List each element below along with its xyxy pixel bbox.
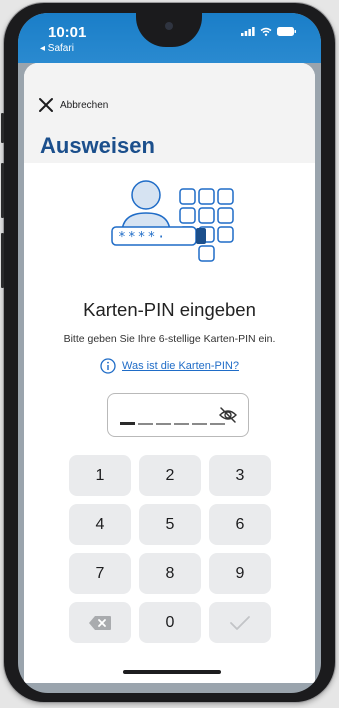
phone-frame: 10:01 ◂ Safari Abbrechen Ausweisen ****·… (1, 3, 335, 702)
key-1[interactable]: 1 (69, 455, 131, 496)
backspace-icon (89, 615, 111, 630)
pin-digit-slot (120, 422, 135, 425)
status-icons (241, 27, 297, 36)
checkmark-icon (230, 615, 250, 630)
pin-entry-sheet: Abbrechen Ausweisen ****· Karten-PIN ein… (24, 63, 315, 683)
key-4[interactable]: 4 (69, 504, 131, 545)
masked-pin-text: ****· (118, 230, 167, 245)
show-pin-toggle-eye-off-icon[interactable] (218, 405, 238, 425)
what-is-pin-link[interactable]: Was ist die Karten-PIN? (24, 358, 315, 374)
cancel-button[interactable]: Abbrechen (38, 97, 108, 113)
notch (136, 13, 202, 47)
key-2[interactable]: 2 (139, 455, 201, 496)
status-time: 10:01 (48, 24, 87, 41)
key-7[interactable]: 7 (69, 553, 131, 594)
key-8[interactable]: 8 (139, 553, 201, 594)
back-to-safari-link[interactable]: ◂ Safari (40, 43, 74, 54)
close-icon (39, 98, 53, 112)
info-icon (100, 358, 116, 374)
mute-switch (1, 113, 4, 143)
pin-digit-slot (156, 423, 171, 425)
backspace-key[interactable] (69, 602, 131, 643)
pin-heading: Karten-PIN eingeben (83, 299, 256, 320)
battery-icon (277, 27, 296, 36)
volume-down-button (1, 233, 4, 288)
pin-digit-slot (192, 423, 207, 425)
screen: 10:01 ◂ Safari Abbrechen Ausweisen ****·… (18, 13, 321, 693)
pin-digit-slot (174, 423, 189, 425)
home-indicator[interactable] (123, 670, 221, 674)
pin-instructions: Bitte geben Sie Ihre 6-stellige Karten-P… (63, 333, 276, 345)
camera-icon (165, 22, 173, 30)
volume-up-button (1, 163, 4, 218)
key-5[interactable]: 5 (139, 504, 201, 545)
confirm-key[interactable] (209, 602, 271, 643)
card-pin-illustration-icon: ****· (111, 180, 234, 262)
pin-digit-slot (138, 423, 153, 425)
status-bar: 10:01 ◂ Safari (18, 13, 321, 63)
key-9[interactable]: 9 (209, 553, 271, 594)
page-title: Ausweisen (40, 133, 155, 158)
pin-input-field[interactable] (107, 393, 249, 437)
what-is-pin-label: Was ist die Karten-PIN? (122, 360, 239, 372)
wifi-icon (260, 27, 272, 36)
key-3[interactable]: 3 (209, 455, 271, 496)
key-6[interactable]: 6 (209, 504, 271, 545)
signal-icon (241, 27, 255, 36)
cancel-label: Abbrechen (60, 99, 109, 111)
key-0[interactable]: 0 (139, 602, 201, 643)
